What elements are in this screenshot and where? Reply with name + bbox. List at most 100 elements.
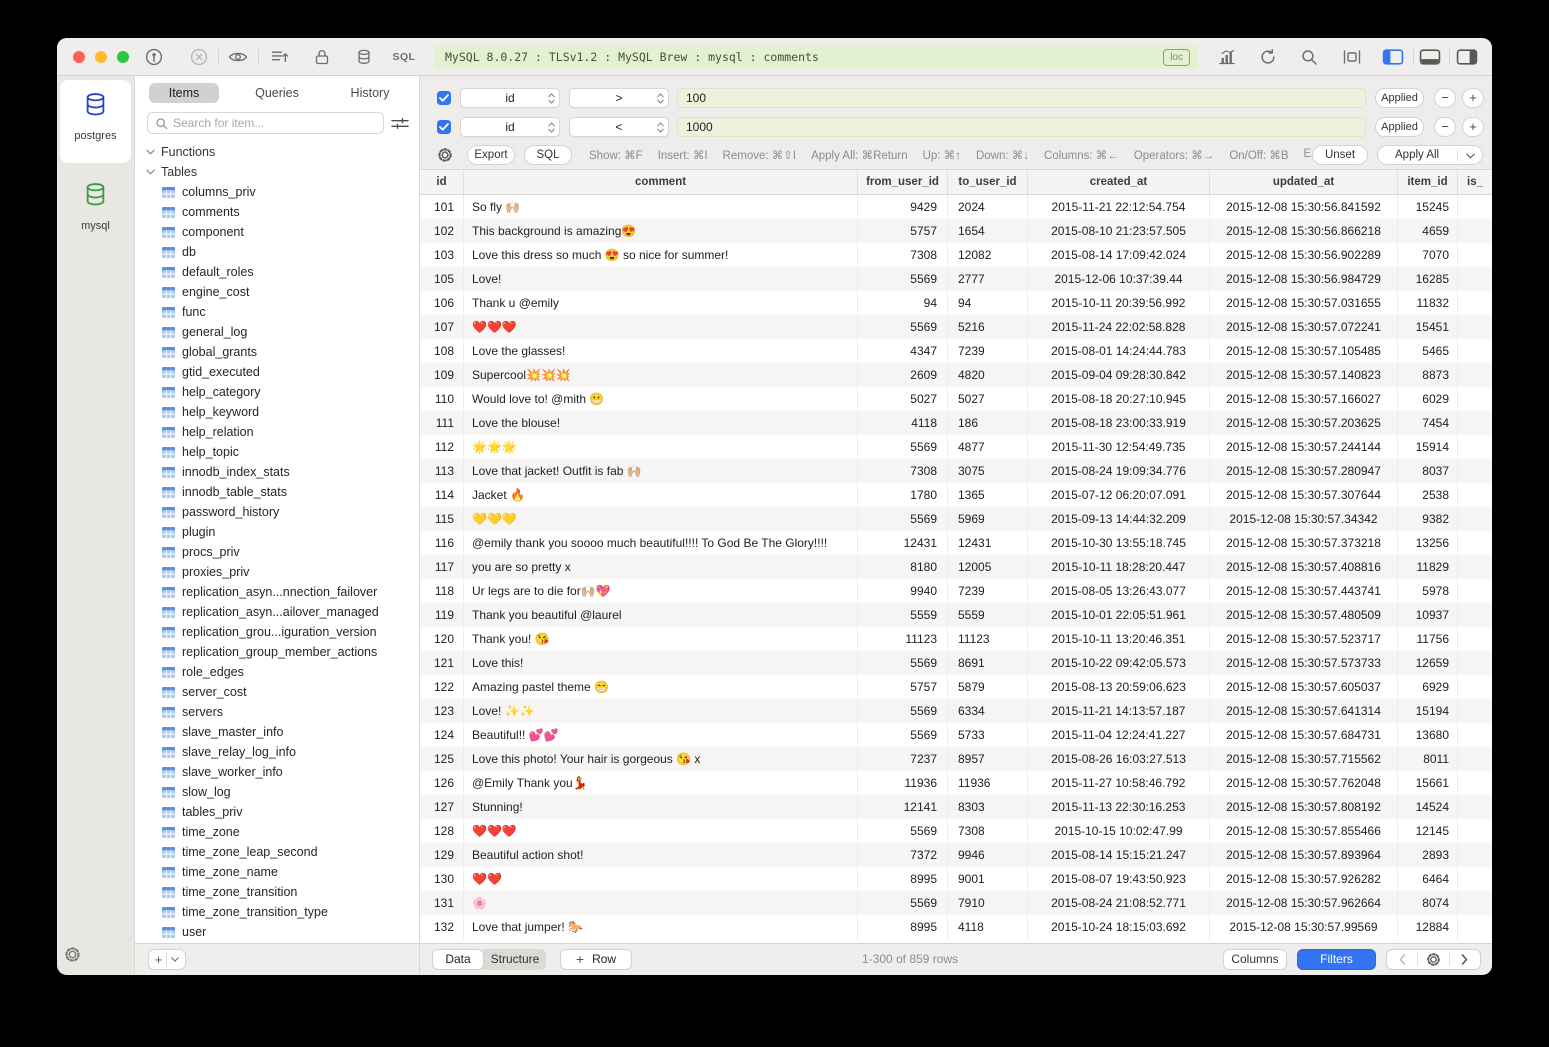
filter-operator-select[interactable]: < <box>569 117 669 137</box>
cell-updated_at[interactable]: 2015-12-08 15:30:57.684731 <box>1210 723 1398 747</box>
cell-from_user_id[interactable]: 5569 <box>858 435 948 459</box>
cell-created_at[interactable]: 2015-11-21 22:12:54.754 <box>1028 195 1210 219</box>
cell-id[interactable]: 101 <box>420 195 464 219</box>
cell-updated_at[interactable]: 2015-12-08 15:30:57.307644 <box>1210 483 1398 507</box>
cell-from_user_id[interactable]: 7308 <box>858 243 948 267</box>
cell-is_[interactable] <box>1458 699 1492 723</box>
cell-comment[interactable]: you are so pretty x <box>464 555 858 579</box>
cell-from_user_id[interactable]: 5569 <box>858 819 948 843</box>
cell-comment[interactable]: Would love to! @mith 😬 <box>464 387 858 411</box>
table-row[interactable]: 106Thank u @emily94942015-10-11 20:39:56… <box>420 291 1492 315</box>
cell-comment[interactable]: Amazing pastel theme 😁 <box>464 675 858 699</box>
cell-is_[interactable] <box>1458 603 1492 627</box>
cell-from_user_id[interactable]: 12141 <box>858 795 948 819</box>
sql-badge[interactable]: SQL <box>392 51 415 63</box>
cell-to_user_id[interactable]: 186 <box>948 411 1028 435</box>
cell-item_id[interactable]: 16285 <box>1398 267 1458 291</box>
table-row[interactable]: 115💛💛💛556959692015-09-13 14:44:32.209201… <box>420 507 1492 531</box>
sidebar-item-help_topic[interactable]: help_topic <box>135 442 419 462</box>
cell-comment[interactable]: 🌟🌟🌟 <box>464 435 858 459</box>
sidebar-item-password_history[interactable]: password_history <box>135 502 419 522</box>
sidebar-item-replication_group_member_actions[interactable]: replication_group_member_actions <box>135 642 419 662</box>
cell-from_user_id[interactable]: 4118 <box>858 411 948 435</box>
chart-icon[interactable] <box>1219 49 1236 65</box>
table-row[interactable]: 101So fly 🙌🏼942920242015-11-21 22:12:54.… <box>420 195 1492 219</box>
sidebar-item-db[interactable]: db <box>135 242 419 262</box>
table-row[interactable]: 125Love this photo! Your hair is gorgeou… <box>420 747 1492 771</box>
cell-to_user_id[interactable]: 2024 <box>948 195 1028 219</box>
connection-mysql[interactable]: mysql <box>57 181 134 232</box>
cell-comment[interactable]: Love! <box>464 267 858 291</box>
cell-updated_at[interactable]: 2015-12-08 15:30:57.855466 <box>1210 819 1398 843</box>
filter-remove-button[interactable]: − <box>1434 88 1456 108</box>
cell-is_[interactable] <box>1458 555 1492 579</box>
table-row[interactable]: 107❤️❤️❤️556952162015-11-24 22:02:58.828… <box>420 315 1492 339</box>
cell-to_user_id[interactable]: 6334 <box>948 699 1028 723</box>
cell-item_id[interactable]: 11756 <box>1398 627 1458 651</box>
cell-created_at[interactable]: 2015-11-21 14:13:57.187 <box>1028 699 1210 723</box>
cell-to_user_id[interactable]: 5216 <box>948 315 1028 339</box>
cell-is_[interactable] <box>1458 723 1492 747</box>
cell-created_at[interactable]: 2015-11-04 12:24:41.227 <box>1028 723 1210 747</box>
cell-comment[interactable]: Love the blouse! <box>464 411 858 435</box>
table-row[interactable]: 113Love that jacket! Outfit is fab 🙌🏼730… <box>420 459 1492 483</box>
sidebar-item-engine_cost[interactable]: engine_cost <box>135 282 419 302</box>
sidebar-item-slave_relay_log_info[interactable]: slave_relay_log_info <box>135 742 419 762</box>
sidebar-item-time_zone_leap_second[interactable]: time_zone_leap_second <box>135 842 419 862</box>
cell-to_user_id[interactable]: 94 <box>948 291 1028 315</box>
cell-comment[interactable]: ❤️❤️❤️ <box>464 819 858 843</box>
cell-to_user_id[interactable]: 5733 <box>948 723 1028 747</box>
cell-is_[interactable] <box>1458 579 1492 603</box>
cell-updated_at[interactable]: 2015-12-08 15:30:56.841592 <box>1210 195 1398 219</box>
cell-comment[interactable]: Love this! <box>464 651 858 675</box>
table-row[interactable]: 110Would love to! @mith 😬502750272015-08… <box>420 387 1492 411</box>
settings-gear-icon[interactable] <box>64 946 81 966</box>
cell-id[interactable]: 106 <box>420 291 464 315</box>
sidebar-item-servers[interactable]: servers <box>135 702 419 722</box>
cell-to_user_id[interactable]: 7239 <box>948 339 1028 363</box>
cell-from_user_id[interactable]: 94 <box>858 291 948 315</box>
table-row[interactable]: 132Love that jumper! 🐎899541182015-10-24… <box>420 915 1492 939</box>
cell-to_user_id[interactable]: 5027 <box>948 387 1028 411</box>
cell-to_user_id[interactable]: 12005 <box>948 555 1028 579</box>
cell-id[interactable]: 115 <box>420 507 464 531</box>
cell-created_at[interactable]: 2015-11-27 10:58:46.792 <box>1028 771 1210 795</box>
lock-icon[interactable] <box>315 49 329 66</box>
cell-created_at[interactable]: 2015-08-07 19:43:50.923 <box>1028 867 1210 891</box>
cell-updated_at[interactable]: 2015-12-08 15:30:57.140823 <box>1210 363 1398 387</box>
sidebar-item-time_zone_transition[interactable]: time_zone_transition <box>135 882 419 902</box>
cell-is_[interactable] <box>1458 531 1492 555</box>
column-header-comment[interactable]: comment <box>464 170 858 194</box>
column-header-updated_at[interactable]: updated_at <box>1210 170 1398 194</box>
cell-updated_at[interactable]: 2015-12-08 15:30:56.866218 <box>1210 219 1398 243</box>
cell-item_id[interactable]: 12145 <box>1398 819 1458 843</box>
sidebar-item-slave_master_info[interactable]: slave_master_info <box>135 722 419 742</box>
cell-is_[interactable] <box>1458 747 1492 771</box>
cell-updated_at[interactable]: 2015-12-08 15:30:57.641314 <box>1210 699 1398 723</box>
cell-item_id[interactable]: 10937 <box>1398 603 1458 627</box>
cell-item_id[interactable]: 2893 <box>1398 843 1458 867</box>
cell-comment[interactable]: This background is amazing😍 <box>464 219 858 243</box>
column-header-to_user_id[interactable]: to_user_id <box>948 170 1028 194</box>
table-row[interactable]: 130❤️❤️899590012015-08-07 19:43:50.92320… <box>420 867 1492 891</box>
cell-to_user_id[interactable]: 11123 <box>948 627 1028 651</box>
column-header-item_id[interactable]: item_id <box>1398 170 1458 194</box>
sidebar-item-component[interactable]: component <box>135 222 419 242</box>
cell-is_[interactable] <box>1458 627 1492 651</box>
cell-id[interactable]: 128 <box>420 819 464 843</box>
cell-comment[interactable]: So fly 🙌🏼 <box>464 195 858 219</box>
cell-item_id[interactable]: 8037 <box>1398 459 1458 483</box>
cell-comment[interactable]: @Emily Thank you💃 <box>464 771 858 795</box>
cell-updated_at[interactable]: 2015-12-08 15:30:57.893964 <box>1210 843 1398 867</box>
cell-is_[interactable] <box>1458 867 1492 891</box>
unset-button[interactable]: Unset <box>1312 145 1368 165</box>
section-tables[interactable]: Tables <box>135 162 419 182</box>
log-icon[interactable] <box>272 50 289 65</box>
cell-to_user_id[interactable]: 12082 <box>948 243 1028 267</box>
tab-data[interactable]: Data <box>432 949 484 970</box>
cell-id[interactable]: 112 <box>420 435 464 459</box>
sql-button[interactable]: SQL <box>524 145 572 165</box>
sidebar-item-help_category[interactable]: help_category <box>135 382 419 402</box>
cell-id[interactable]: 122 <box>420 675 464 699</box>
cell-comment[interactable]: Love! ✨✨ <box>464 699 858 723</box>
